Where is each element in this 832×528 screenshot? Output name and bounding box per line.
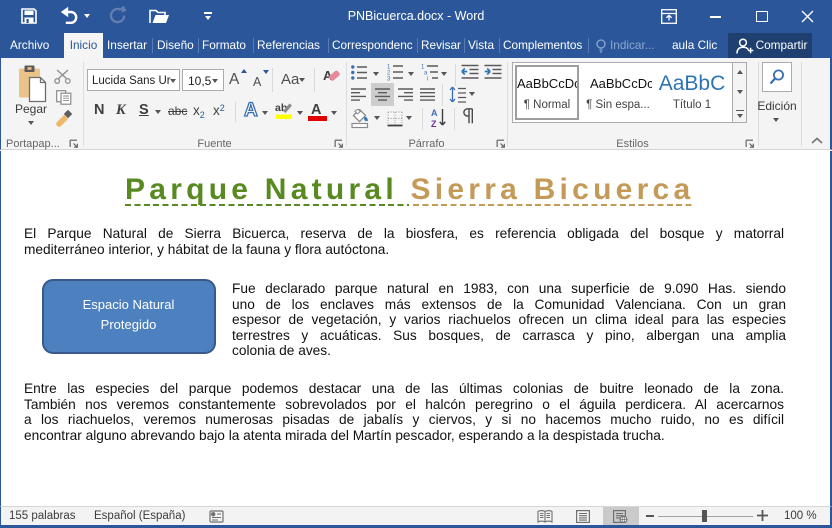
svg-text:A: A [431,108,438,118]
svg-text:3: 3 [387,77,391,82]
svg-text:i: i [427,77,428,82]
svg-text:Z: Z [431,119,437,128]
